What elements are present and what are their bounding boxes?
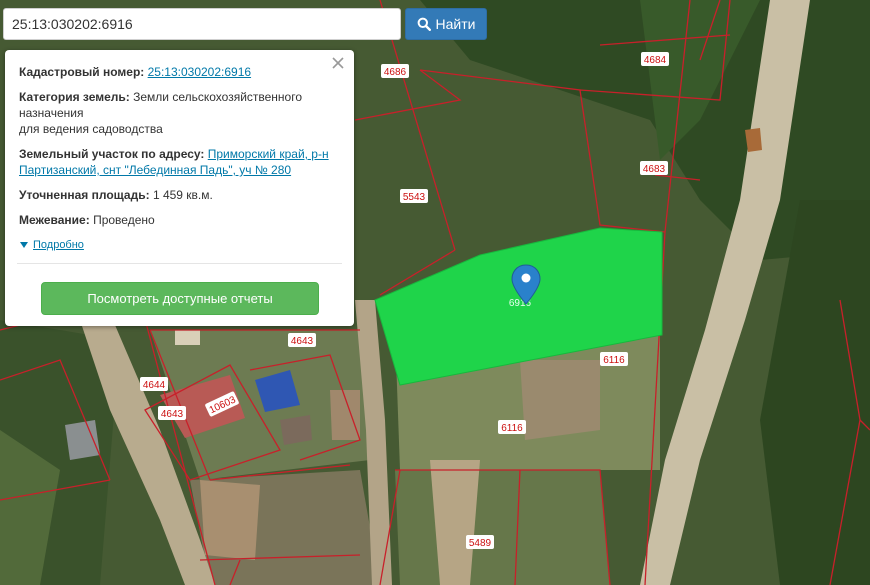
svg-text:4683: 4683 [643,164,666,175]
plot-label: 4644 [140,377,168,391]
area-value: 1 459 кв.м. [152,188,213,202]
area-row: Уточненная площадь: 1 459 кв.м. [19,187,340,203]
plot-label: 4683 [640,161,668,175]
search-input[interactable]: 25:13:030202:6916 [3,8,401,40]
address-link[interactable]: Приморский край, р-н [208,147,329,161]
address-link-line2[interactable]: Партизанский, снт "Лебединная Падь", уч … [19,163,291,177]
cadastral-number-label: Кадастровый номер: [19,65,145,79]
svg-text:4643: 4643 [161,409,184,420]
svg-text:4686: 4686 [384,67,407,78]
land-category-label: Категория земель: [19,90,130,104]
land-category-row: Категория земель: Земли сельскохозяйстве… [19,89,340,137]
parcel-info-popup: Кадастровый номер: 25:13:030202:6916 Кат… [5,50,354,326]
plot-label: 4643 [158,406,186,420]
address-label: Земельный участок по адресу: [19,147,205,161]
svg-text:4644: 4644 [143,380,166,391]
close-icon[interactable] [331,56,345,70]
land-use-value: для ведения садоводства [19,122,163,136]
plot-label: 5489 [466,535,494,549]
plot-label: 6116 [498,420,526,434]
land-category-value-line2: назначения [19,106,84,120]
plot-label: 6116 [600,352,628,366]
area-label: Уточненная площадь: [19,188,150,202]
details-toggle-label: Подробно [33,239,84,251]
plot-label: 4686 [381,64,409,78]
cadastral-number-row: Кадастровый номер: 25:13:030202:6916 [19,64,340,80]
plot-label: 5543 [400,189,428,203]
svg-text:4684: 4684 [644,55,667,66]
svg-text:5543: 5543 [403,192,426,203]
svg-text:4643: 4643 [291,336,314,347]
cadastral-number-link[interactable]: 25:13:030202:6916 [148,65,251,79]
view-reports-button[interactable]: Посмотреть доступные отчеты [41,282,319,315]
address-row: Земельный участок по адресу: Приморский … [19,146,340,178]
popup-divider [17,263,342,264]
plot-label: 4684 [641,52,669,66]
survey-value: Проведено [93,213,155,227]
search-icon [417,17,431,31]
details-toggle[interactable]: Подробно [19,237,340,253]
plot-label: 4643 [288,333,316,347]
caret-down-icon [20,242,28,248]
search-button-label: Найти [435,16,476,32]
survey-label: Межевание: [19,213,90,227]
survey-row: Межевание: Проведено [19,212,340,228]
svg-text:6116: 6116 [603,355,625,366]
search-button[interactable]: Найти [405,8,487,40]
land-category-value: Земли сельскохозяйственного [133,90,303,104]
svg-text:6116: 6116 [501,423,523,434]
svg-text:5489: 5489 [469,538,492,549]
